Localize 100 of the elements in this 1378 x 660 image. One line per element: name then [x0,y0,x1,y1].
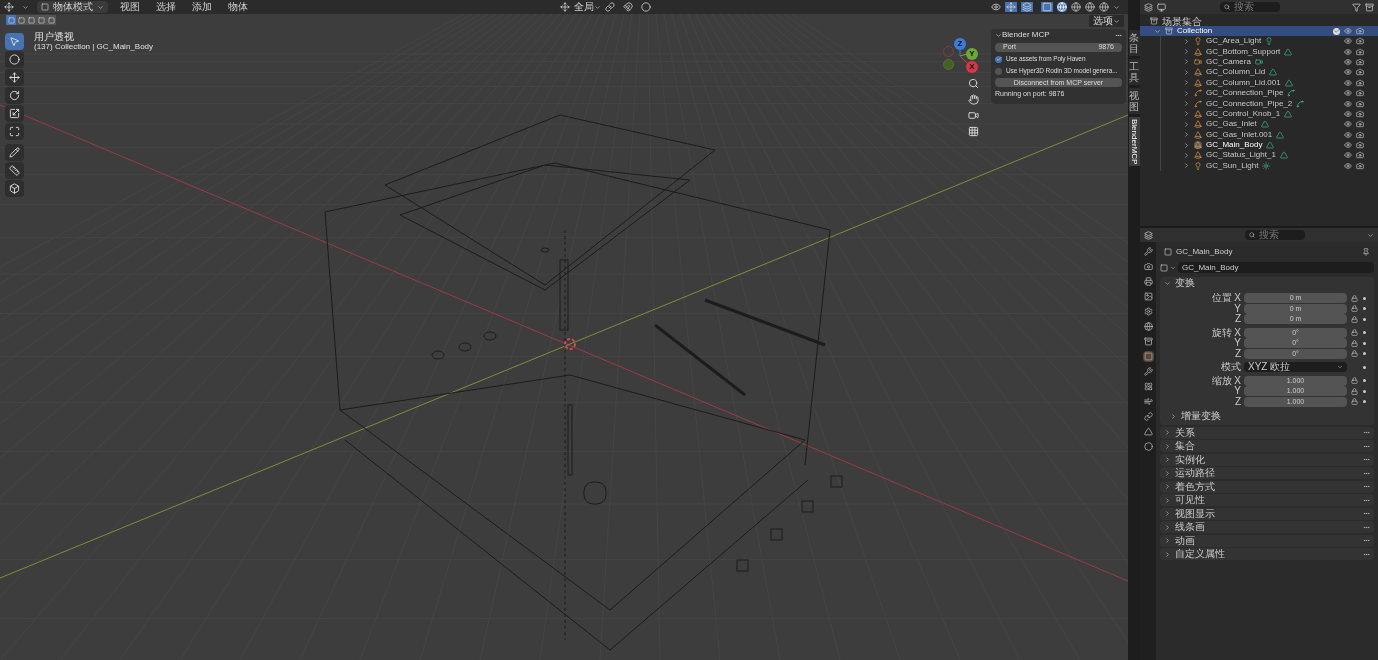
checkbox[interactable] [1333,27,1340,35]
gear-icon[interactable] [1142,306,1154,317]
pencil-icon[interactable] [5,144,24,161]
transform-axes-icon[interactable] [560,2,570,12]
lock-icon[interactable] [1351,294,1358,302]
lock-icon[interactable] [1351,315,1358,323]
camera-icon[interactable] [1356,141,1364,150]
camera-icon[interactable] [1356,130,1364,139]
xray-toggle-icon[interactable] [1041,2,1053,12]
magnet-icon[interactable] [623,2,633,12]
axis-handle[interactable]: Z [954,38,966,50]
eye-icon[interactable] [1344,120,1352,129]
panel-header[interactable]: 线条画 [1160,521,1374,533]
options-dropdown[interactable]: 选项 [1089,15,1124,27]
hand-icon[interactable] [968,94,979,105]
select-icon[interactable] [5,33,24,50]
outliner-row[interactable]: GC_Status_Light_1 [1160,150,1378,161]
shading-mode-icon[interactable] [1099,2,1109,12]
wrench-icon[interactable] [1142,366,1154,377]
panel-header[interactable]: 关系 [1160,426,1374,439]
printer-icon[interactable] [1142,276,1154,287]
lock-icon[interactable] [1351,377,1358,384]
sidebar-tab[interactable]: 视图 [1128,88,1140,114]
lock-icon[interactable] [1351,339,1358,347]
axis-handle[interactable]: Y [966,48,978,60]
display-mode-icon[interactable] [1144,2,1153,12]
outliner-row[interactable]: GC_Area_Light [1160,36,1378,47]
panel-title[interactable]: 线条画 [1175,521,1205,533]
caret-icon[interactable] [1164,537,1171,544]
caret-icon[interactable] [1154,27,1161,35]
panel-header[interactable]: 集合 [1160,440,1374,452]
overlay-toggle-icon[interactable] [1021,2,1033,12]
zoom-icon[interactable] [968,78,979,89]
editor-type-icon[interactable] [4,2,14,12]
pin-icon[interactable] [1362,248,1370,256]
eye-icon[interactable] [1344,151,1352,160]
caret-icon[interactable] [1170,264,1176,271]
box-icon[interactable] [1142,336,1154,347]
camera-icon[interactable] [1356,99,1364,108]
lock-icon[interactable] [1351,305,1358,312]
collection-row[interactable]: Collection [1140,26,1378,36]
caret-icon[interactable] [1164,523,1171,531]
eye-icon[interactable] [1344,27,1352,35]
camera-icon[interactable] [1142,261,1154,272]
sidebar-tab[interactable]: BlenderMCP [1128,117,1140,167]
camera-icon[interactable] [1356,68,1364,77]
eye-icon[interactable] [1344,109,1352,118]
rotate-icon[interactable] [5,87,24,104]
eye-icon[interactable] [1344,68,1352,77]
eye-icon[interactable] [1344,78,1352,87]
editor-type-icon[interactable] [1144,230,1153,240]
panel-header[interactable]: 着色方式 [1160,480,1374,493]
outliner-row[interactable]: GC_Control_Knob_1 [1160,108,1378,120]
checkbox[interactable] [995,67,1002,75]
menu-item[interactable]: 视图 [116,1,144,13]
ruler-icon[interactable] [5,162,24,179]
atom-icon[interactable] [1142,381,1154,392]
camera-icon[interactable] [1356,161,1364,170]
panel-header[interactable]: 视图显示 [1160,507,1374,520]
camera-icon[interactable] [1356,89,1364,98]
sidebar-tab[interactable]: 工具 [1128,59,1140,85]
panel-header[interactable]: 可见性 [1160,494,1374,506]
lock-icon[interactable] [1351,398,1358,405]
panel-header[interactable]: 实例化 [1160,453,1374,466]
caret-icon[interactable] [1164,429,1171,436]
camera-icon[interactable] [1356,78,1364,87]
eye-icon[interactable] [1344,99,1352,108]
menu-item[interactable]: 添加 [188,1,216,13]
cube-icon[interactable] [5,180,24,197]
new-collection-icon[interactable] [1365,2,1374,12]
search-field[interactable]: 搜索 [1220,2,1280,12]
filter-icon[interactable] [1352,2,1361,12]
camera-icon[interactable] [1356,151,1364,160]
monitor-icon[interactable] [1157,2,1166,12]
outliner-row[interactable]: GC_Bottom_Support [1160,46,1378,57]
camera-icon[interactable] [1356,109,1364,118]
menu-item[interactable]: 物体 [224,1,252,13]
orientation-dropdown[interactable]: 全局 [574,1,601,13]
outliner-row[interactable]: GC_Gas_Inlet [1160,119,1378,130]
circle-icon[interactable] [641,2,651,12]
eye-icon[interactable] [1344,89,1352,98]
panel-title[interactable]: 着色方式 [1175,480,1215,493]
wind-icon[interactable] [1142,396,1154,407]
panel-title[interactable]: 自定义属性 [1175,548,1225,560]
scale-icon[interactable] [5,105,24,122]
sidebar-tab[interactable]: 条目 [1128,30,1140,56]
caret-icon[interactable] [1164,550,1171,558]
outliner-row[interactable]: GC_Gas_Inlet.001 [1160,129,1378,140]
gizmo-toggle-icon[interactable] [1005,2,1017,12]
camera-icon[interactable] [1356,27,1364,35]
lock-icon[interactable] [1351,387,1358,395]
subpanel-title[interactable]: 增量变换 [1181,410,1221,422]
eye-icon[interactable] [1344,161,1352,170]
eye-icon[interactable] [1344,141,1352,150]
panel-title[interactable]: 关系 [1175,426,1195,439]
axis-handle[interactable]: X [966,61,978,73]
eye-icon[interactable] [1344,57,1352,66]
caret-icon[interactable] [1164,510,1171,517]
globe-icon[interactable] [1142,321,1154,332]
camera-icon[interactable] [1356,47,1364,56]
